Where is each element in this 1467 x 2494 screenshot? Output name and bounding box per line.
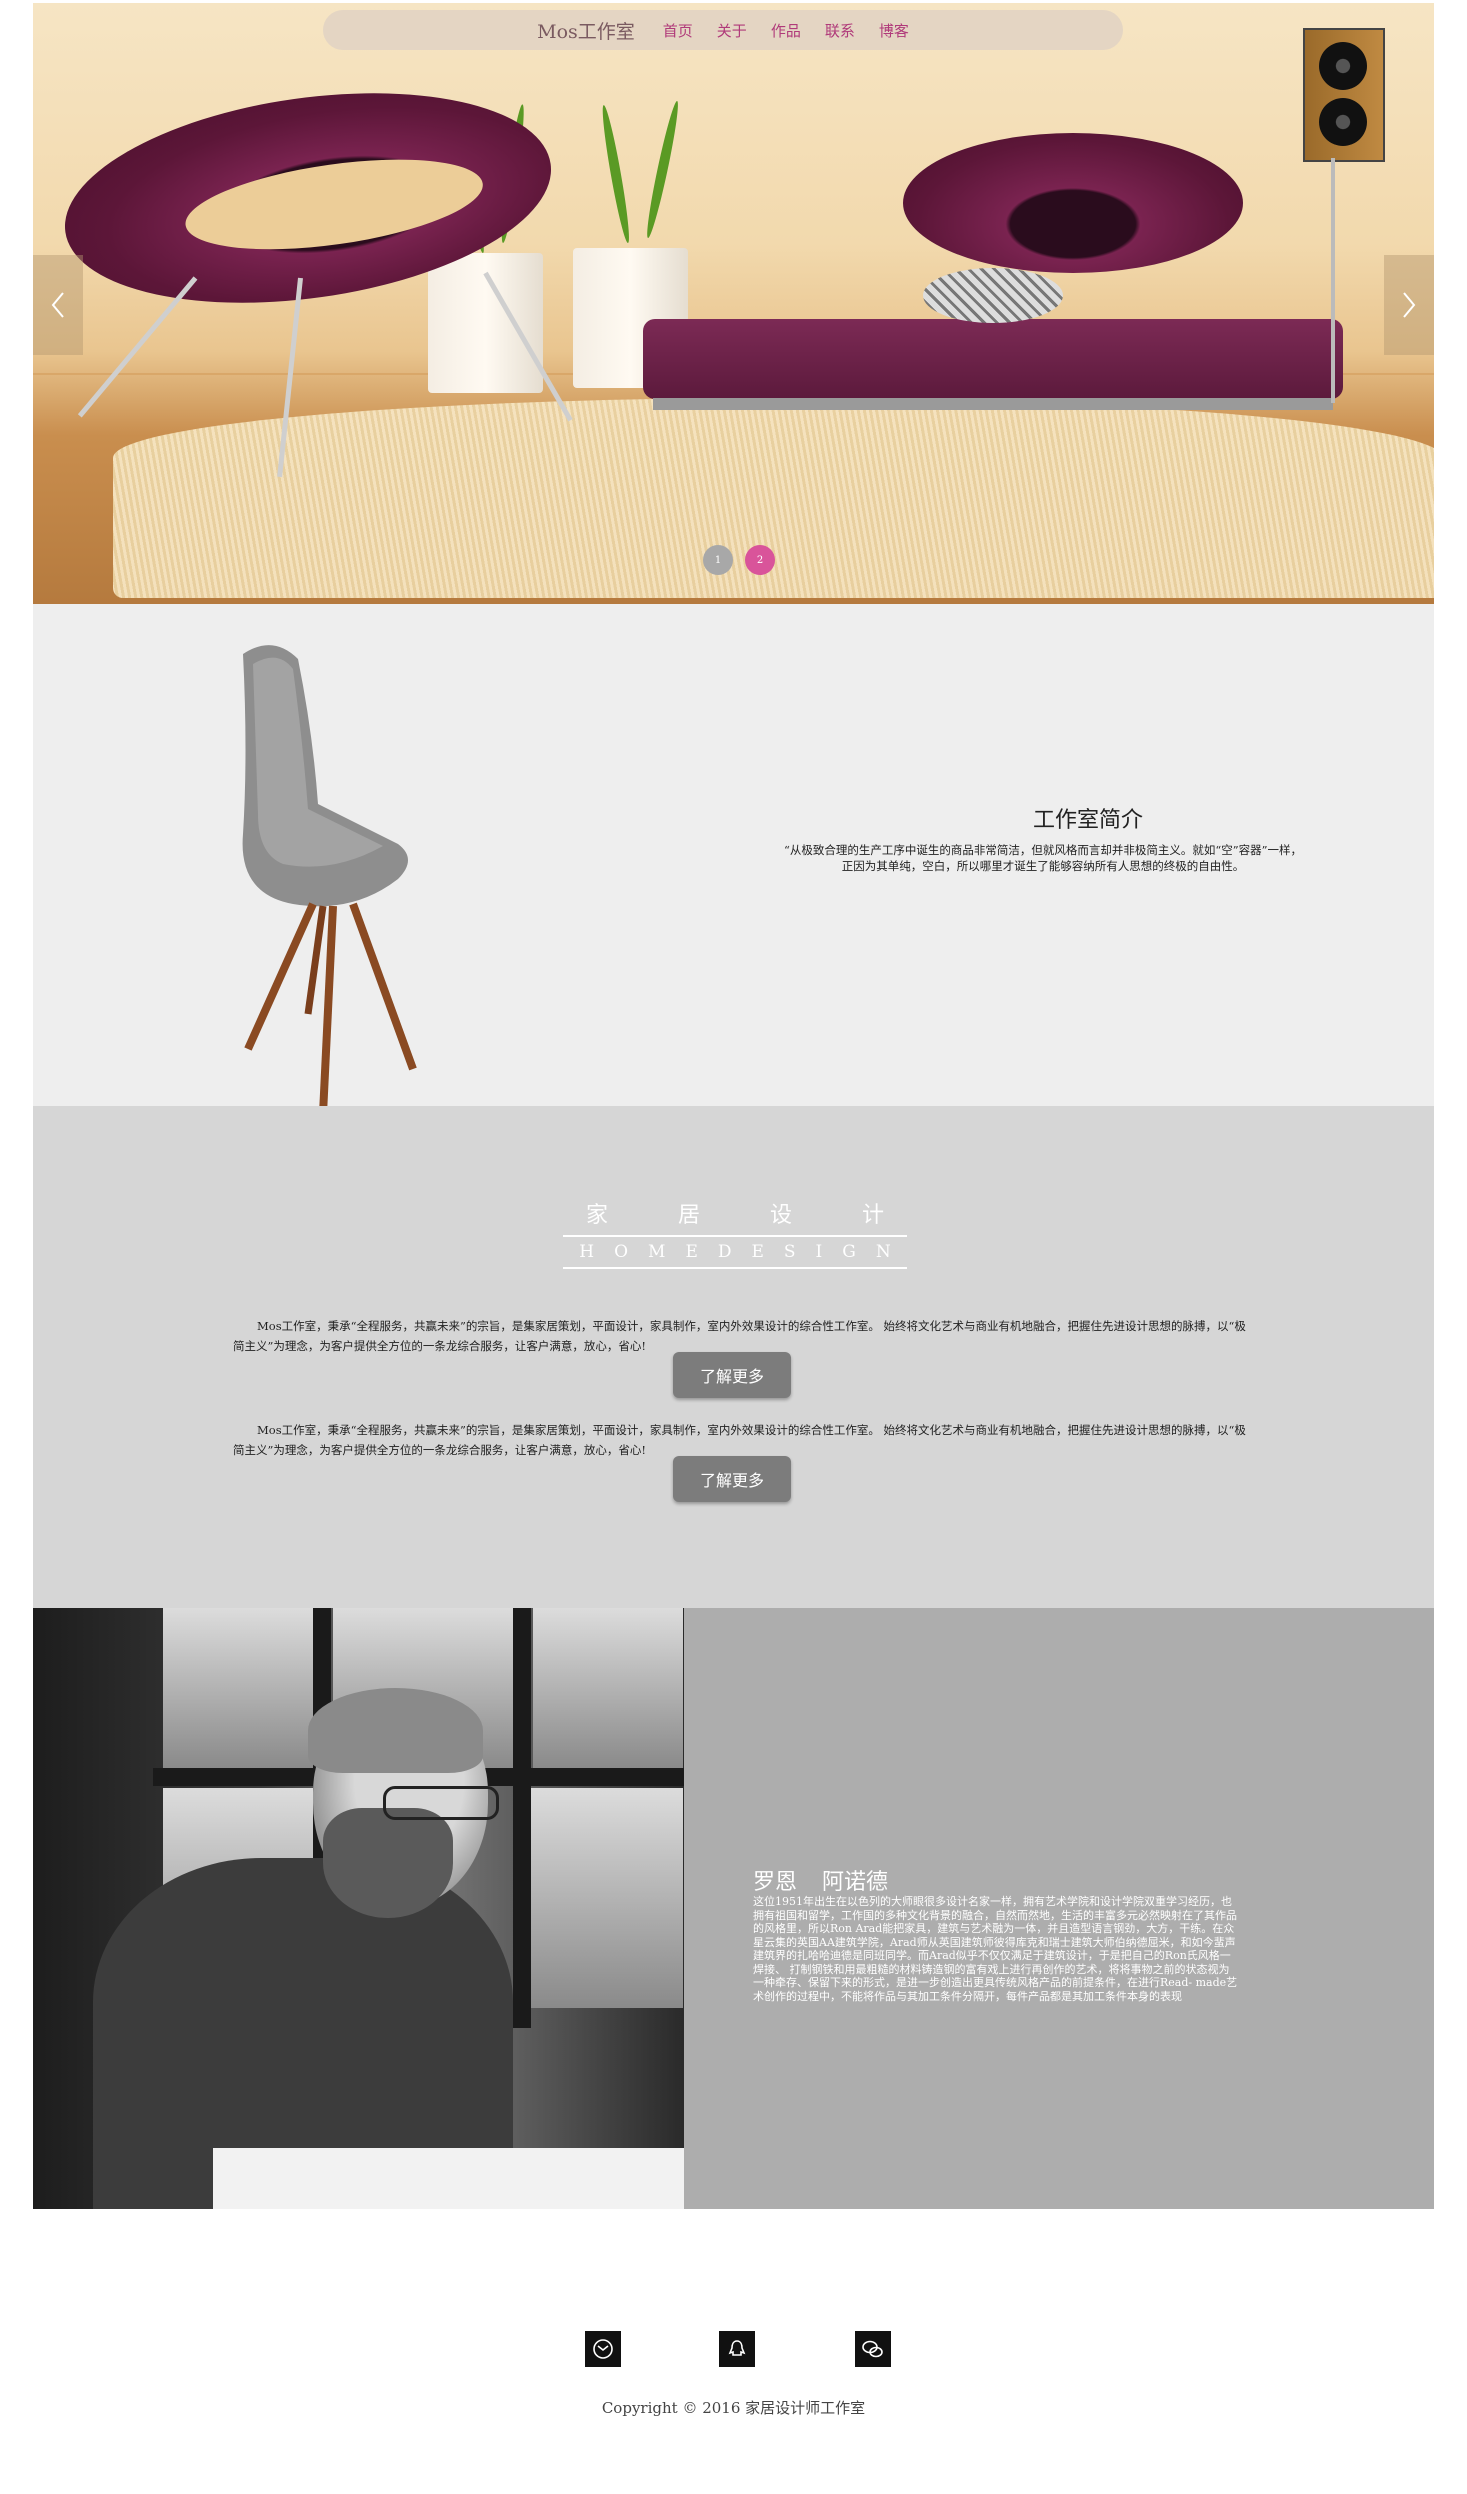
chair-leg [77,276,198,418]
purple-chair-right [903,133,1243,273]
brand-logo[interactable]: Mos工作室 [537,17,635,44]
nav-works[interactable]: 作品 [771,20,801,41]
slider-dot-1[interactable]: 1 [703,545,733,575]
designer-profile-section: 罗恩 阿诺德 这位1951年出生在以色列的大师眼很多设计名家一样，拥有艺术学院和… [33,1608,1434,2209]
top-navigation: Mos工作室 首页 关于 作品 联系 博客 [323,10,1123,50]
heading-cn: 家居设计 [585,1203,954,1228]
slider-prev-button[interactable] [33,255,83,355]
intro-title: 工作室简介 [1032,808,1143,833]
learn-more-button-1[interactable]: 了解更多 [673,1352,791,1398]
qq-icon [728,2340,746,2356]
designer-bio: 这位1951年出生在以色列的大师眼很多设计名家一样，拥有艺术学院和设计学院双重学… [753,1895,1238,2003]
decor-bowl [923,268,1063,323]
speaker-image [1303,28,1385,162]
hero-slider: Mos工作室 首页 关于 作品 联系 博客 1 2 [33,3,1434,604]
grey-chair-image [242,645,417,1114]
copyright-text: Copyright © 2016 家居设计师工作室 [601,2399,866,2417]
designer-name: 罗恩 阿诺德 [753,1870,888,1895]
chevron-right-icon [1403,292,1416,318]
mail-button[interactable] [585,2331,621,2367]
qq-button[interactable] [719,2331,755,2367]
studio-intro-section: 工作室简介 “从极致合理的生产工序中诞生的商品非常简洁，但就风格而言却并非极简主… [33,604,1434,1114]
home-design-section: 家居设计 HOMEDESIGN Mos工作室，秉承“全程服务，共赢未来”的宗旨，… [33,1106,1434,1608]
design-paragraph-1: Mos工作室，秉承“全程服务，共赢未来”的宗旨，是集家居策划，平面设计，家具制作… [233,1319,1246,1353]
speaker-stand [1331,158,1335,403]
plant-leaf [598,104,633,244]
nav-contact[interactable]: 联系 [825,20,855,41]
heading-divider [563,1267,907,1269]
section-heading: 家居设计 HOMEDESIGN [563,1201,907,1273]
slider-dots: 1 2 [703,545,775,575]
design-paragraph-2: Mos工作室，秉承“全程服务，共赢未来”的宗旨，是集家居策划，平面设计，家具制作… [233,1423,1246,1457]
heading-divider [563,1235,907,1237]
nav-home[interactable]: 首页 [663,20,693,41]
slider-next-button[interactable] [1384,255,1434,355]
mail-icon [593,2339,613,2359]
nav-blog[interactable]: 博客 [879,20,909,41]
heading-en: HOMEDESIGN [579,1242,911,1262]
plant-leaf [643,100,682,240]
purple-ottoman [643,319,1343,399]
learn-more-button-2[interactable]: 了解更多 [673,1456,791,1502]
ottoman-base [653,398,1333,410]
slider-dot-2[interactable]: 2 [745,545,775,575]
nav-about[interactable]: 关于 [717,20,747,41]
designer-photo [33,1608,684,2209]
intro-text: “从极致合理的生产工序中诞生的商品非常简洁，但就风格而言却并非极简主义。就如“空… [783,843,1302,873]
wechat-button[interactable] [855,2331,891,2367]
chevron-left-icon [51,292,64,318]
wechat-icon [862,2340,883,2358]
